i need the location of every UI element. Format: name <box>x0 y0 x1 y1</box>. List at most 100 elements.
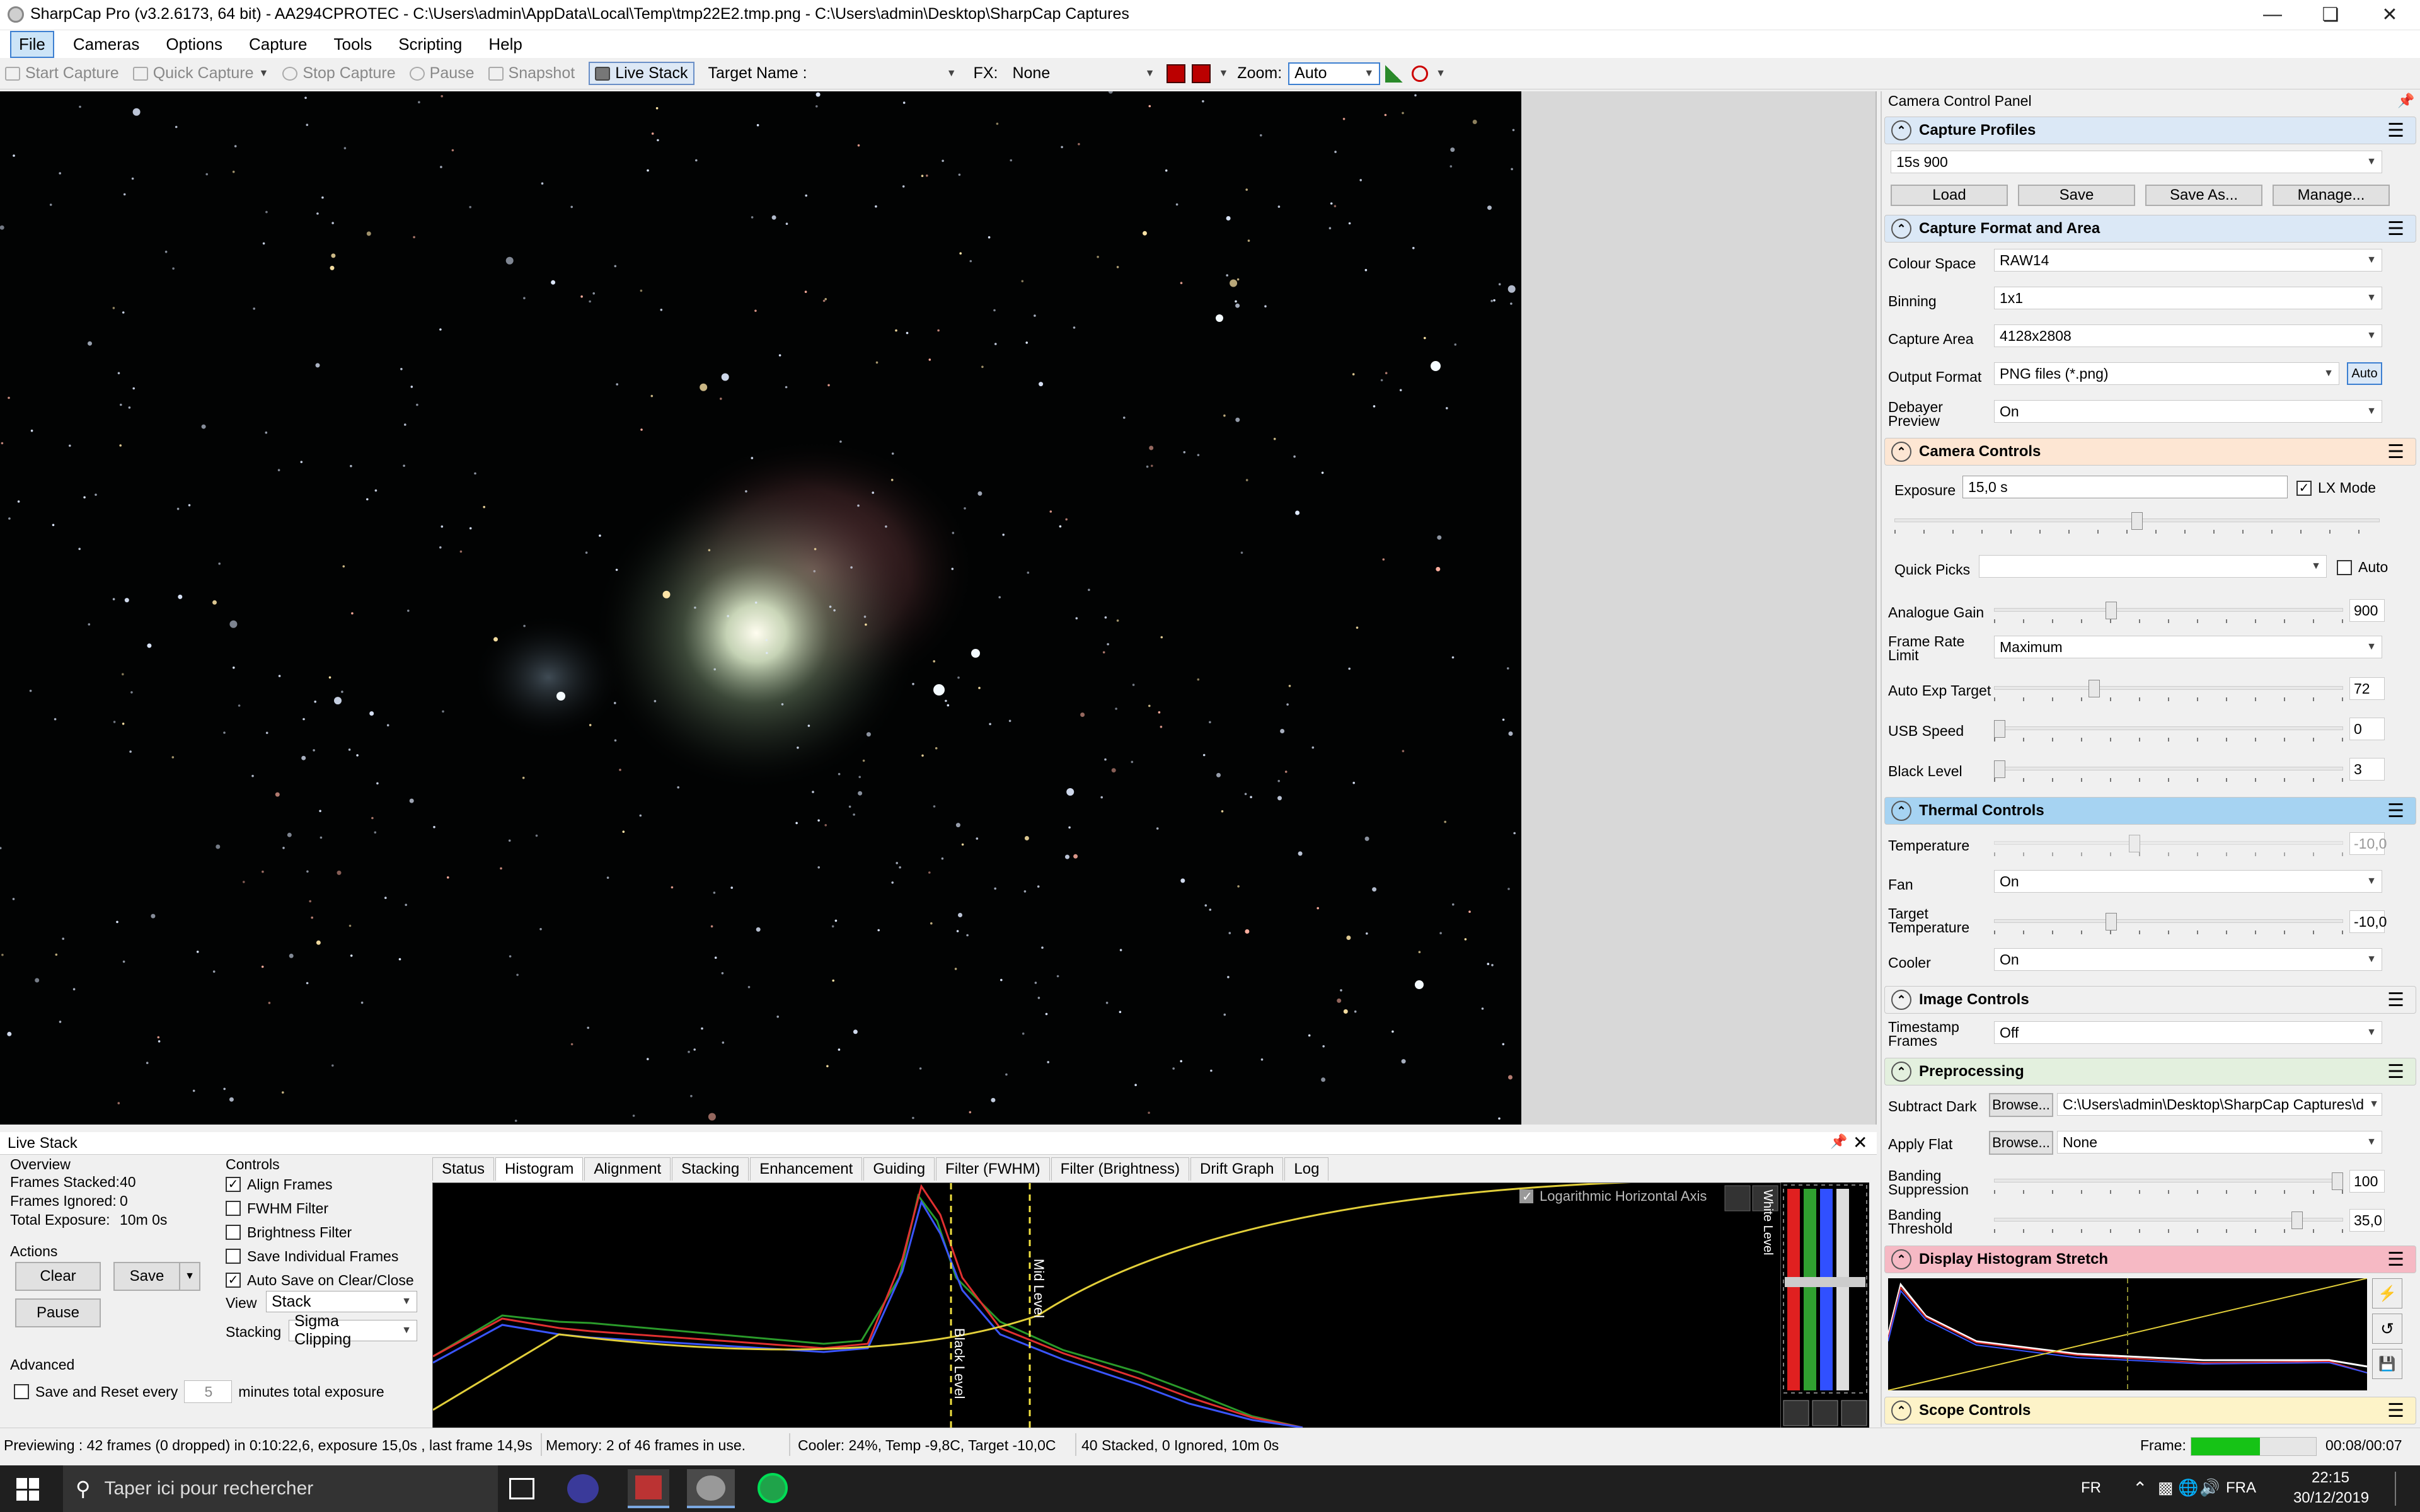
control-checkbox[interactable]: ✓ <box>226 1273 241 1288</box>
tab-enhancement[interactable]: Enhancement <box>750 1157 863 1181</box>
red-level-bar[interactable] <box>1787 1189 1800 1390</box>
display-histogram-chart[interactable] <box>1887 1278 2368 1391</box>
timestamp-frames-select[interactable]: Off ▼ <box>1994 1021 2382 1044</box>
slider-thumb[interactable] <box>2131 512 2143 530</box>
image-viewport[interactable] <box>0 91 1877 1125</box>
section-thermal-controls[interactable]: ⌃ Thermal Controls ☰ <box>1884 797 2416 825</box>
save-dropdown-button[interactable]: ▼ <box>179 1262 200 1291</box>
globe-icon[interactable]: 🌐 <box>2178 1478 2198 1498</box>
control-checkbox[interactable] <box>226 1201 241 1216</box>
exposure-slider[interactable] <box>1894 510 2380 535</box>
lightning-icon[interactable] <box>1783 1400 1809 1426</box>
taskbar-search-box[interactable]: ⚲ Taper ici pour rechercher <box>63 1465 498 1512</box>
slider-thumb[interactable] <box>2332 1172 2343 1190</box>
reset-icon[interactable]: ↺ <box>2372 1314 2402 1344</box>
black-level-slider[interactable] <box>1994 758 2343 783</box>
save-reset-checkbox[interactable] <box>14 1384 29 1399</box>
cooler-select[interactable]: On ▼ <box>1994 948 2382 971</box>
histogram-icon[interactable] <box>1385 64 1403 83</box>
minimize-button[interactable]: — <box>2244 0 2302 29</box>
control-option-2[interactable]: Brightness Filter <box>226 1220 414 1244</box>
save-profile-button[interactable]: Save <box>2018 185 2135 206</box>
lx-mode-toggle[interactable]: ✓ LX Mode <box>2296 479 2376 496</box>
pin-icon[interactable]: 📌 <box>2397 93 2414 109</box>
banding-suppression-input[interactable]: 100 <box>2349 1170 2385 1193</box>
maximize-button[interactable]: ❏ <box>2302 0 2360 29</box>
section-scope-controls[interactable]: ⌃ Scope Controls ☰ <box>1884 1397 2416 1424</box>
slider-thumb[interactable] <box>2129 835 2140 852</box>
save-as-profile-button[interactable]: Save As... <box>2145 185 2262 206</box>
windows-start-icon[interactable] <box>16 1478 39 1501</box>
lx-mode-checkbox[interactable]: ✓ <box>2296 480 2312 496</box>
tab-stacking[interactable]: Stacking <box>672 1157 749 1181</box>
hamburger-icon[interactable]: ☰ <box>2387 120 2404 142</box>
auto-exp-target-input[interactable]: 72 <box>2349 677 2385 700</box>
blue-level-bar[interactable] <box>1820 1189 1833 1390</box>
snapshot-button[interactable]: Snapshot <box>488 64 575 83</box>
banding-threshold-slider[interactable] <box>1994 1209 2343 1234</box>
zoom-select[interactable]: Auto ▼ <box>1288 62 1381 85</box>
usb-speed-slider[interactable] <box>1994 718 2343 743</box>
color-levels[interactable] <box>1781 1183 1869 1428</box>
capture-area-select[interactable]: 4128x2808 ▼ <box>1994 324 2382 347</box>
quick-capture-button[interactable]: Quick Capture ▼ <box>132 64 268 83</box>
hamburger-icon[interactable]: ☰ <box>2387 800 2404 822</box>
view-select[interactable]: Stack ▼ <box>266 1291 417 1312</box>
tab-histogram[interactable]: Histogram <box>495 1157 584 1181</box>
pause-stack-button[interactable]: Pause <box>15 1298 101 1327</box>
lightning-icon[interactable]: ⚡ <box>2372 1278 2402 1309</box>
slider-thumb[interactable] <box>2291 1211 2303 1229</box>
binning-select[interactable]: 1x1 ▼ <box>1994 287 2382 309</box>
quick-picks-auto-toggle[interactable]: Auto <box>2337 559 2388 576</box>
sharpcap-taskbar-icon[interactable] <box>687 1469 735 1508</box>
chevron-up-icon[interactable]: ⌃ <box>2133 1478 2147 1499</box>
minutes-stepper[interactable]: 5 <box>184 1380 233 1403</box>
tab-guiding[interactable]: Guiding <box>863 1157 935 1181</box>
taskbar-time[interactable]: 22:15 <box>2299 1469 2362 1487</box>
control-option-0[interactable]: ✓ Align Frames <box>226 1172 414 1196</box>
manage-profiles-button[interactable]: Manage... <box>2273 185 2390 206</box>
debayer-preview-select[interactable]: On ▼ <box>1994 400 2382 423</box>
menu-tools[interactable]: Tools <box>326 32 380 57</box>
target-name-input[interactable]: ▼ <box>812 62 962 85</box>
frame-rate-select[interactable]: Maximum ▼ <box>1994 636 2382 658</box>
tab-alignment[interactable]: Alignment <box>584 1157 671 1181</box>
keyboard-language[interactable]: FRA <box>2226 1479 2256 1497</box>
hamburger-icon[interactable]: ☰ <box>2387 1061 2404 1083</box>
hamburger-icon[interactable]: ☰ <box>2387 1400 2404 1422</box>
stacking-select[interactable]: Sigma Clipping ▼ <box>289 1312 417 1348</box>
hamburger-icon[interactable]: ☰ <box>2387 989 2404 1011</box>
slider-thumb[interactable] <box>1994 720 2005 738</box>
chevron-down-icon[interactable]: ▼ <box>1436 68 1446 79</box>
banding-suppression-slider[interactable] <box>1994 1170 2343 1195</box>
cpwi-app-icon[interactable] <box>628 1469 669 1508</box>
taskbar-date[interactable]: 30/12/2019 <box>2271 1489 2391 1507</box>
subtract-dark-select[interactable]: C:\Users\admin\Desktop\SharpCap Captures… <box>2057 1093 2382 1116</box>
pin-icon[interactable]: 📌 <box>1830 1133 1847 1150</box>
slider-thumb[interactable] <box>1994 760 2005 778</box>
analogue-gain-slider[interactable] <box>1994 599 2343 624</box>
stellarium-app-icon[interactable] <box>567 1474 599 1503</box>
task-view-icon[interactable] <box>509 1478 534 1499</box>
output-format-select[interactable]: PNG files (*.png) ▼ <box>1994 362 2339 385</box>
analogue-gain-input[interactable]: 900 <box>2349 599 2385 622</box>
black-level-input[interactable]: 3 <box>2349 758 2385 781</box>
speaker-icon[interactable]: 🔊 <box>2199 1478 2220 1498</box>
hamburger-icon[interactable]: ☰ <box>2387 1249 2404 1271</box>
browse-dark-button[interactable]: Browse... <box>1989 1093 2053 1117</box>
level-handle[interactable] <box>1785 1277 1865 1287</box>
red-box-icon[interactable] <box>1167 64 1186 83</box>
menu-options[interactable]: Options <box>158 32 230 57</box>
language-indicator[interactable]: FR <box>2081 1479 2101 1497</box>
control-checkbox[interactable] <box>226 1249 241 1264</box>
section-capture-profiles[interactable]: ⌃ Capture Profiles ☰ <box>1884 117 2416 144</box>
control-option-4[interactable]: ✓ Auto Save on Clear/Close <box>226 1268 414 1292</box>
usb-speed-input[interactable]: 0 <box>2349 718 2385 740</box>
network-icon[interactable]: ▩ <box>2158 1478 2174 1498</box>
menu-cameras[interactable]: Cameras <box>66 32 147 57</box>
capture-profile-select[interactable]: 15s 900 ▼ <box>1891 151 2382 173</box>
quick-picks-select[interactable]: ▼ <box>1979 555 2327 578</box>
fan-select[interactable]: On ▼ <box>1994 870 2382 893</box>
tab-log[interactable]: Log <box>1284 1157 1329 1181</box>
menu-help[interactable]: Help <box>481 32 529 57</box>
